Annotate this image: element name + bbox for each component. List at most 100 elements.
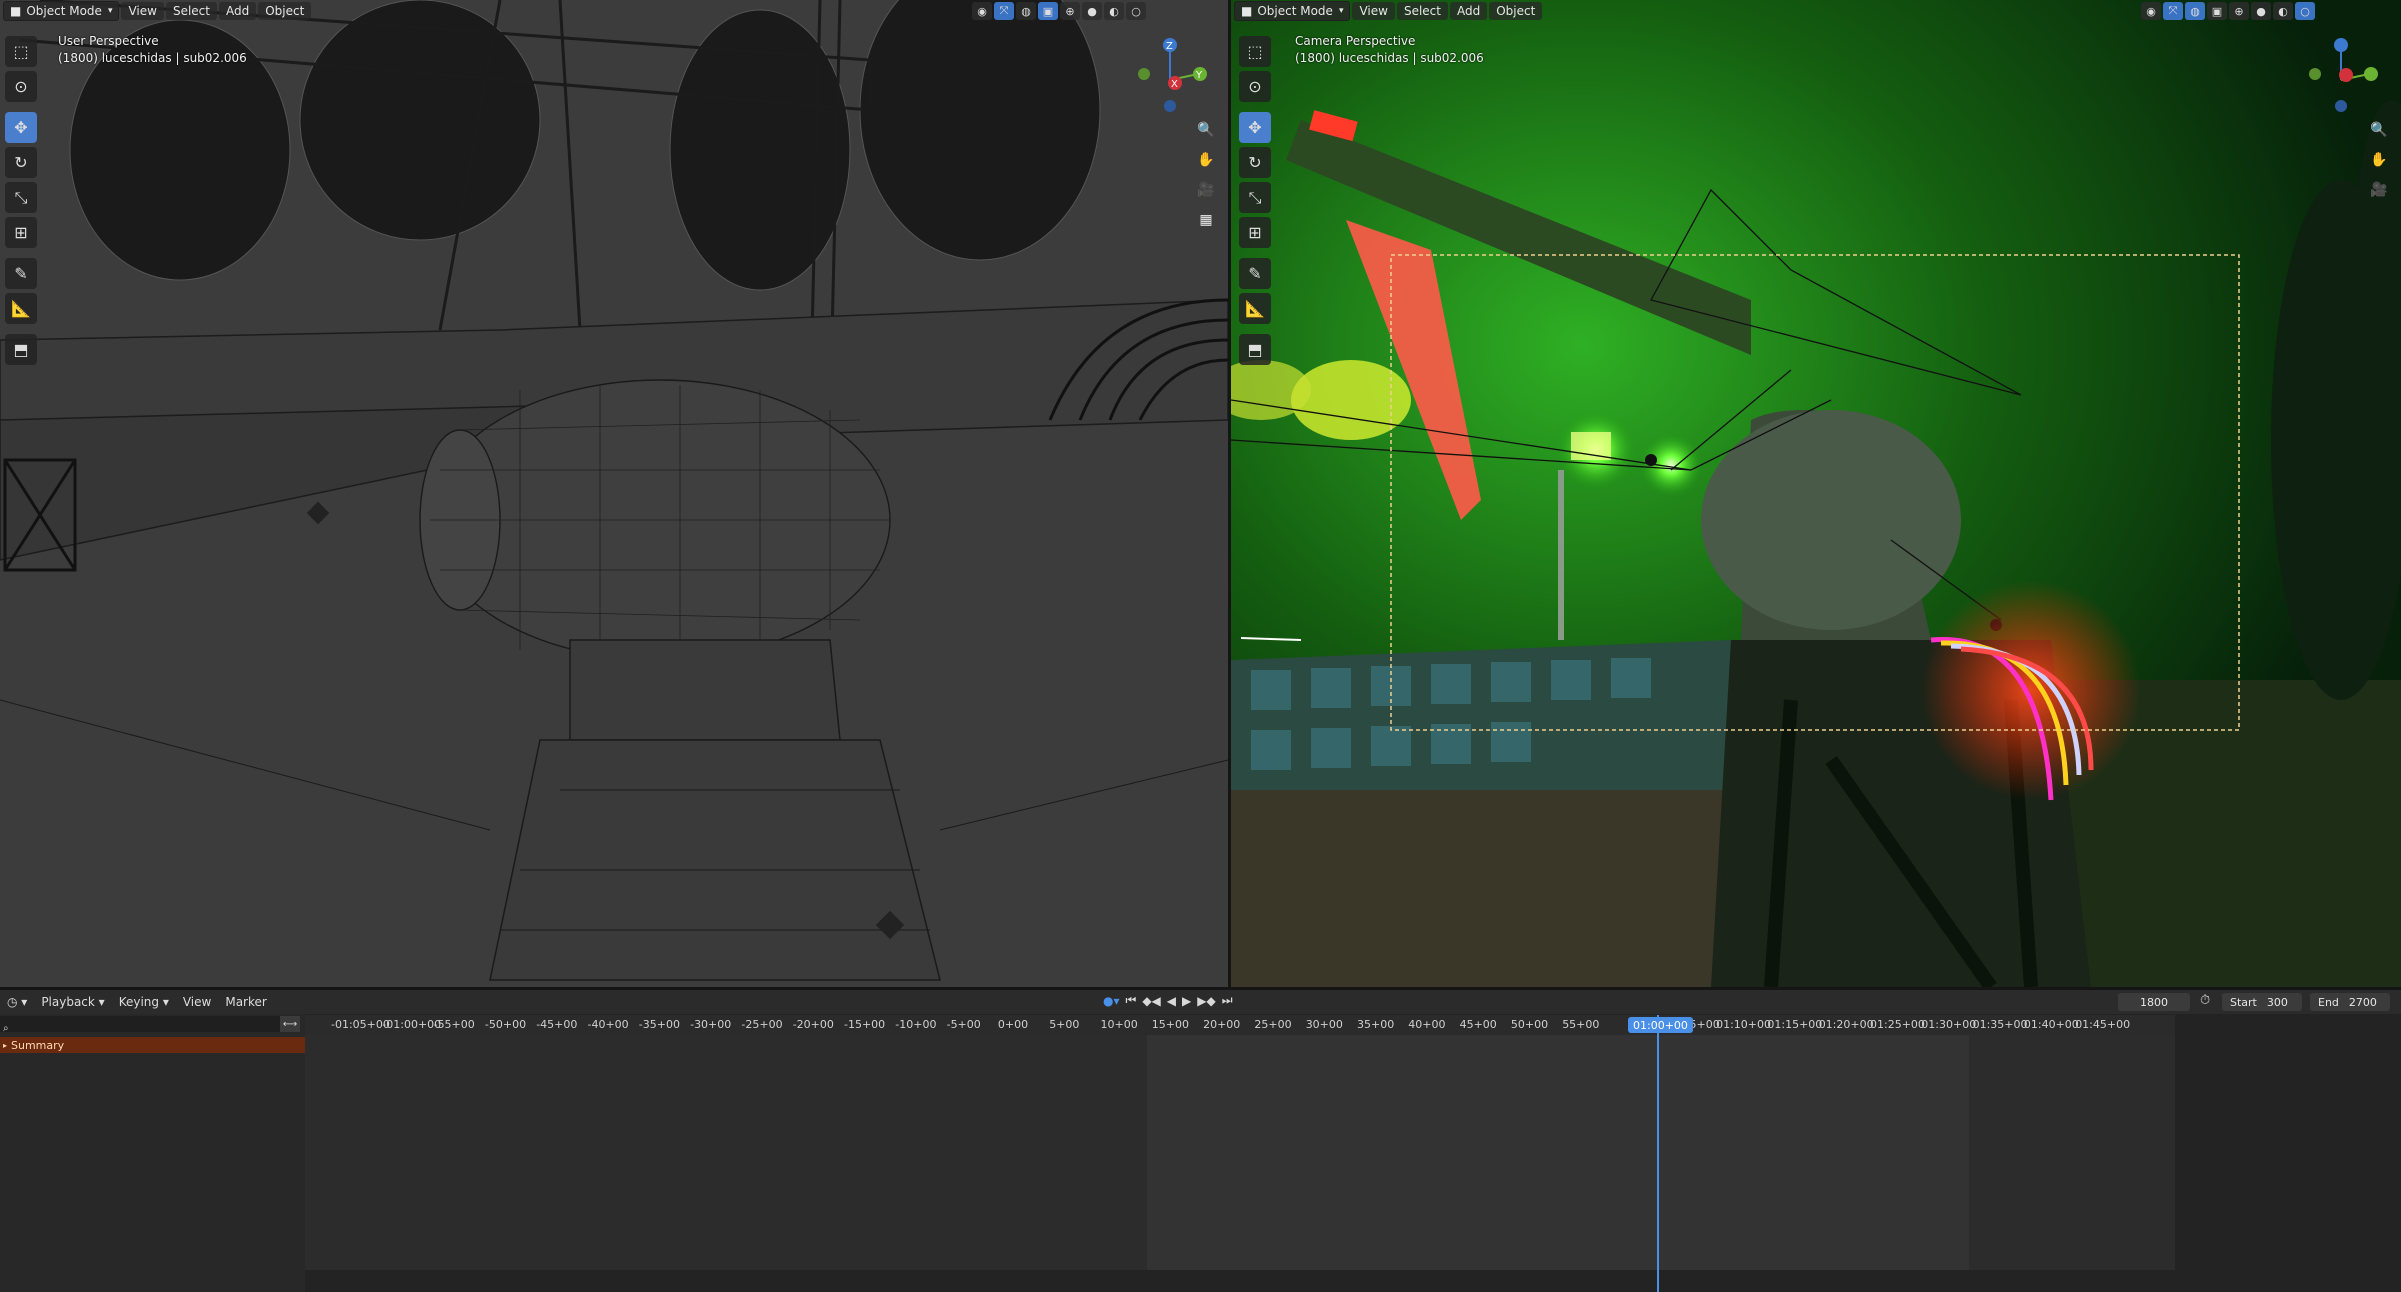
end-value: 2700 bbox=[2348, 995, 2377, 1009]
sync-icon[interactable]: ⟷ bbox=[280, 1016, 300, 1032]
jump-start-icon[interactable]: ⏮ bbox=[1126, 993, 1137, 1008]
jump-end-icon[interactable]: ⏭ bbox=[1222, 993, 1233, 1008]
menu-select[interactable]: Select bbox=[165, 2, 217, 20]
zoom-icon[interactable]: 🔍 bbox=[2367, 118, 2391, 142]
ruler-tick-label: -10+00 bbox=[895, 1018, 937, 1031]
right-navigation-gizmo[interactable] bbox=[2301, 30, 2381, 120]
search-input[interactable]: ⌕ bbox=[0, 1016, 300, 1034]
scale-icon[interactable]: ⤡ bbox=[5, 182, 37, 213]
start-frame-field[interactable]: Start 300 bbox=[2222, 993, 2302, 1011]
right-3d-viewport[interactable]: ■ Object Mode ▾ View Select Add Object ◉… bbox=[1231, 0, 2401, 987]
rendered-shading-icon[interactable]: ○ bbox=[2295, 2, 2315, 20]
material-shading-icon[interactable]: ◐ bbox=[1104, 2, 1124, 20]
view-object-types-icon[interactable]: ◉ bbox=[972, 2, 992, 20]
start-value: 300 bbox=[2266, 995, 2288, 1009]
gizmo-toggle-icon[interactable]: ⤧ bbox=[994, 2, 1014, 20]
wireframe-shading-icon[interactable]: ⊕ bbox=[1060, 2, 1080, 20]
select-box-icon[interactable]: ⬚ bbox=[1239, 36, 1271, 67]
time-ruler[interactable]: -01:05+00 -01:00+00 -55+00 -50+00 -45+00 -40+… bbox=[305, 1015, 2175, 1035]
overlays-icon[interactable]: ◍ bbox=[1016, 2, 1036, 20]
view-object-types-icon[interactable]: ◉ bbox=[2141, 2, 2161, 20]
camera-view-icon[interactable]: 🎥 bbox=[2367, 178, 2391, 202]
pan-hand-icon[interactable]: ✋ bbox=[1194, 148, 1218, 172]
menu-playback[interactable]: Playback ▾ bbox=[34, 993, 111, 1011]
playhead[interactable] bbox=[1657, 1015, 1659, 1292]
object-info: (1800) luceschidas | sub02.006 bbox=[58, 51, 247, 65]
cursor-icon[interactable]: ⊙ bbox=[1239, 71, 1271, 102]
select-box-icon[interactable]: ⬚ bbox=[5, 36, 37, 67]
channel-region: ⌕ ⟷ ▸ Summary bbox=[0, 1014, 305, 1292]
menu-object[interactable]: Object bbox=[1489, 2, 1543, 20]
rendered-shading-icon[interactable]: ○ bbox=[1126, 2, 1146, 20]
annotate-icon[interactable]: ✎ bbox=[1239, 258, 1271, 289]
ruler-tick-label: -15+00 bbox=[844, 1018, 886, 1031]
overlays-icon[interactable]: ◍ bbox=[2185, 2, 2205, 20]
solid-shading-icon[interactable]: ● bbox=[2251, 2, 2271, 20]
menu-add[interactable]: Add bbox=[1449, 2, 1488, 20]
gizmo-toggle-icon[interactable]: ⤧ bbox=[2163, 2, 2183, 20]
rotate-icon[interactable]: ↻ bbox=[5, 147, 37, 178]
play-icon[interactable]: ▶ bbox=[1182, 994, 1191, 1008]
object-mode-icon: ■ bbox=[1241, 4, 1253, 18]
start-label: Start bbox=[2230, 995, 2257, 1009]
right-mode-select[interactable]: ■ Object Mode ▾ bbox=[1234, 1, 1351, 21]
object-mode-icon: ■ bbox=[10, 4, 22, 18]
prev-keyframe-icon[interactable]: ◆◀ bbox=[1142, 994, 1160, 1008]
clock-icon[interactable]: ⏱ bbox=[2200, 993, 2210, 1008]
xray-toggle-icon[interactable]: ▣ bbox=[2207, 2, 2227, 20]
ruler-tick-label: -50+00 bbox=[484, 1018, 527, 1031]
keyframe-area[interactable] bbox=[305, 1035, 2175, 1270]
rotate-icon[interactable]: ↻ bbox=[1239, 147, 1271, 178]
menu-keying[interactable]: Keying ▾ bbox=[112, 993, 176, 1011]
ruler-tick-label: 45+00 bbox=[1459, 1018, 1497, 1031]
object-info: (1800) luceschidas | sub02.006 bbox=[1295, 51, 1484, 65]
material-shading-icon[interactable]: ◐ bbox=[2273, 2, 2293, 20]
menu-add[interactable]: Add bbox=[218, 2, 257, 20]
right-view-controls: 🔍 ✋ 🎥 bbox=[2367, 118, 2391, 202]
scale-icon[interactable]: ⤡ bbox=[1239, 182, 1271, 213]
left-3d-viewport[interactable]: ■ Object Mode ▾ View Select Add Object ◉… bbox=[0, 0, 1228, 987]
transform-icon[interactable]: ⊞ bbox=[5, 217, 37, 248]
annotate-icon[interactable]: ✎ bbox=[5, 258, 37, 289]
move-icon[interactable]: ✥ bbox=[5, 112, 37, 143]
ruler-tick-label: -30+00 bbox=[690, 1018, 732, 1031]
pan-hand-icon[interactable]: ✋ bbox=[2367, 148, 2391, 172]
add-cube-icon[interactable]: ⬒ bbox=[5, 334, 37, 365]
transform-icon[interactable]: ⊞ bbox=[1239, 217, 1271, 248]
left-mode-select[interactable]: ■ Object Mode ▾ bbox=[3, 1, 120, 21]
perspective-label: Camera Perspective bbox=[1295, 34, 1416, 48]
next-keyframe-icon[interactable]: ▶◆ bbox=[1197, 994, 1215, 1008]
mode-label: Object Mode bbox=[1257, 4, 1333, 18]
move-icon[interactable]: ✥ bbox=[1239, 112, 1271, 143]
end-frame-field[interactable]: End 2700 bbox=[2310, 993, 2390, 1011]
menu-select[interactable]: Select bbox=[1396, 2, 1448, 20]
solid-shading-icon[interactable]: ● bbox=[1082, 2, 1102, 20]
editor-type-icon[interactable]: ◷ ▾ bbox=[0, 993, 34, 1011]
menu-view[interactable]: View bbox=[176, 993, 218, 1011]
summary-channel[interactable]: ▸ Summary bbox=[0, 1037, 305, 1053]
timeline-editor[interactable]: ◷ ▾ Playback ▾ Keying ▾ View Marker ●▾ ⏮… bbox=[0, 990, 2401, 1292]
measure-icon[interactable]: 📐 bbox=[1239, 293, 1271, 324]
wireframe-scene bbox=[0, 0, 1228, 987]
menu-view[interactable]: View bbox=[1352, 2, 1395, 20]
record-icon[interactable]: ●▾ bbox=[1103, 994, 1120, 1008]
chevron-down-icon: ▾ bbox=[1338, 6, 1344, 16]
menu-view[interactable]: View bbox=[121, 2, 164, 20]
ruler-tick-label: 35+00 bbox=[1357, 1018, 1395, 1031]
ortho-grid-icon[interactable]: ▦ bbox=[1194, 208, 1218, 232]
measure-icon[interactable]: 📐 bbox=[5, 293, 37, 324]
cursor-icon[interactable]: ⊙ bbox=[5, 71, 37, 102]
scene-frame-range bbox=[1147, 1035, 1969, 1270]
wireframe-shading-icon[interactable]: ⊕ bbox=[2229, 2, 2249, 20]
menu-object[interactable]: Object bbox=[258, 2, 312, 20]
playhead-frame-label[interactable]: 01:00+00 bbox=[1628, 1017, 1693, 1033]
ruler-tick-label: 01:45+00 bbox=[2075, 1018, 2131, 1031]
current-frame-field[interactable]: 1800 bbox=[2118, 993, 2190, 1011]
camera-view-icon[interactable]: 🎥 bbox=[1194, 178, 1218, 202]
play-reverse-icon[interactable]: ◀ bbox=[1167, 994, 1176, 1008]
menu-marker[interactable]: Marker bbox=[218, 993, 273, 1011]
xray-toggle-icon[interactable]: ▣ bbox=[1038, 2, 1058, 20]
add-cube-icon[interactable]: ⬒ bbox=[1239, 334, 1271, 365]
left-navigation-gizmo[interactable]: Z Y X bbox=[1130, 30, 1210, 120]
zoom-icon[interactable]: 🔍 bbox=[1194, 118, 1218, 142]
